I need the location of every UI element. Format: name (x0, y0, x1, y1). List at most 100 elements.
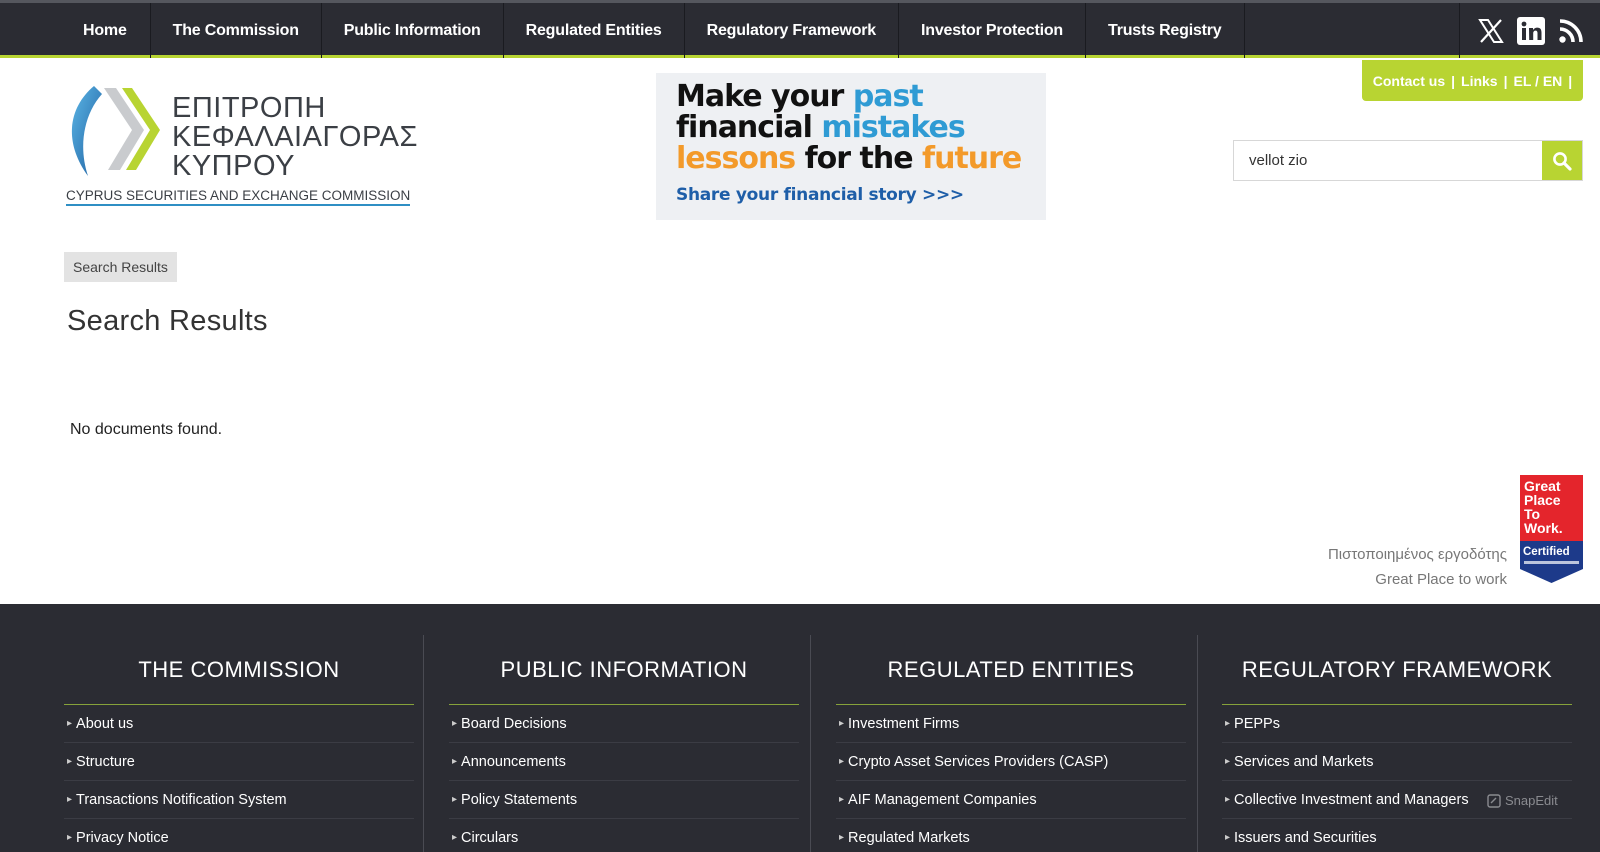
footer-link-label: Crypto Asset Services Providers (CASP) (848, 753, 1109, 770)
badge-text: Work. (1524, 520, 1563, 536)
nav-trusts-registry[interactable]: Trusts Registry (1086, 3, 1245, 58)
chevron-right-icon: ▸ (67, 756, 73, 767)
banner-word: future (922, 141, 1022, 176)
linkedin-icon[interactable] (1516, 16, 1546, 46)
gptw-caption-line-1: Πιστοποιημένος εργοδότης (1327, 546, 1507, 563)
nav-home[interactable]: Home (60, 3, 151, 58)
footer-link-label: Board Decisions (461, 715, 567, 732)
gptw-caption-line-2: Great Place to work (1375, 571, 1507, 588)
footer-link[interactable]: ▸ Policy Statements (449, 781, 799, 819)
snapedit-label: SnapEdit (1505, 793, 1558, 808)
footer-column-commission: THE COMMISSION ▸ About us ▸ Structure ▸ Tra… (64, 635, 414, 852)
footer-link-label: Investment Firms (848, 715, 960, 732)
chevron-right-icon: ▸ (839, 794, 845, 805)
nav-public-information[interactable]: Public Information (322, 3, 504, 58)
search-icon (1553, 151, 1572, 171)
cysec-logo[interactable]: ΕΠΙΤΡΟΠΗ ΚΕΦΑΛΑΙΑΓΟΡΑΣ ΚΥΠΡΟΥ CYPRUS SEC… (64, 84, 417, 214)
main-menu: Home The Commission Public Information R… (60, 3, 1245, 58)
footer-column-title: REGULATED ENTITIES (836, 635, 1186, 705)
nav-investor-protection[interactable]: Investor Protection (899, 3, 1087, 58)
footer-link[interactable]: ▸ Crypto Asset Services Providers (CASP) (836, 743, 1186, 781)
banner-word: financial (676, 110, 813, 145)
footer-link[interactable]: ▸ Board Decisions (449, 705, 799, 743)
banner-word: Make your (676, 79, 844, 114)
no-results-message: No documents found. (70, 421, 223, 438)
logo-greek-name: ΕΠΙΤΡΟΠΗ ΚΕΦΑΛΑΙΑΓΟΡΑΣ ΚΥΠΡΟΥ (172, 94, 418, 181)
chevron-right-icon: ▸ (452, 718, 458, 729)
great-place-to-work-badge[interactable]: Great Place To Work. Certified (1520, 475, 1583, 583)
footer-link-label: Issuers and Securities (1234, 829, 1377, 846)
footer-link[interactable]: ▸ AIF Management Companies (836, 781, 1186, 819)
rss-icon[interactable] (1556, 16, 1586, 46)
nav-the-commission[interactable]: The Commission (151, 3, 322, 58)
chevron-right-icon: ▸ (67, 794, 73, 805)
page-title: Search Results (67, 305, 268, 337)
footer-link-label: Circulars (461, 829, 519, 846)
banner-word: lessons (676, 141, 796, 176)
footer-link-label: Regulated Markets (848, 829, 970, 846)
footer-link[interactable]: ▸ Privacy Notice (64, 819, 414, 852)
banner-line-1: Make your past (676, 79, 924, 114)
footer-link-label: AIF Management Companies (848, 791, 1037, 808)
footer-link[interactable]: ▸ Structure (64, 743, 414, 781)
language-switch[interactable]: EL / EN (1514, 73, 1563, 89)
search-input[interactable] (1234, 141, 1542, 180)
footer-divider (1197, 635, 1198, 852)
footer-link[interactable]: ▸ Regulated Markets (836, 819, 1186, 852)
gptw-caption: Πιστοποιημένος εργοδότης Great Place to … (1328, 542, 1507, 592)
x-icon[interactable] (1476, 16, 1506, 46)
chevron-right-icon: ▸ (839, 756, 845, 767)
chevron-right-icon: ▸ (1225, 832, 1231, 843)
chevron-right-icon: ▸ (67, 832, 73, 843)
separator: | (1503, 72, 1508, 89)
footer-link[interactable]: ▸ Investment Firms (836, 705, 1186, 743)
footer-link-label: Privacy Notice (76, 829, 169, 846)
footer-link-label: Transactions Notification System (76, 791, 287, 808)
footer-link[interactable]: ▸ Announcements (449, 743, 799, 781)
footer-link-label: Announcements (461, 753, 566, 770)
banner-word: past (852, 79, 924, 114)
banner-line-2: financial mistakes (676, 110, 966, 145)
footer-column-regulatory-framework: REGULATORY FRAMEWORK ▸ PEPPs ▸ Services an… (1222, 635, 1572, 852)
search-button[interactable] (1542, 141, 1582, 180)
footer-link[interactable]: ▸ Issuers and Securities (1222, 819, 1572, 852)
chevron-right-icon: ▸ (839, 718, 845, 729)
logo-greek-line-1: ΕΠΙΤΡΟΠΗ (172, 92, 326, 124)
footer-link-label: Policy Statements (461, 791, 578, 808)
contact-us-link[interactable]: Contact us (1373, 73, 1445, 89)
logo-chevron-icon (71, 86, 160, 176)
separator: | (1568, 72, 1573, 89)
footer-divider (423, 635, 424, 852)
footer-link[interactable]: ▸ PEPPs (1222, 705, 1572, 743)
utility-links: Contact us | Links | EL / EN | (1362, 60, 1583, 101)
banner-share-link: Share your financial story >>> (676, 185, 964, 205)
nav-regulatory-framework[interactable]: Regulatory Framework (685, 3, 899, 58)
banner-line-3: lessons for the future (676, 141, 1022, 176)
footer-column-title: PUBLIC INFORMATION (449, 635, 799, 705)
chevron-right-icon: ▸ (452, 756, 458, 767)
snapedit-icon (1487, 793, 1501, 808)
footer-link-label: Services and Markets (1234, 753, 1374, 770)
logo-greek-line-3: ΚΥΠΡΟΥ (172, 150, 295, 182)
footer-link[interactable]: ▸ Circulars (449, 819, 799, 852)
chevron-right-icon: ▸ (839, 832, 845, 843)
footer-link[interactable]: ▸ About us (64, 705, 414, 743)
footer-link[interactable]: ▸ Services and Markets (1222, 743, 1572, 781)
search-form (1233, 140, 1583, 181)
links-link[interactable]: Links (1461, 73, 1498, 89)
logo-greek-line-2: ΚΕΦΑΛΑΙΑΓΟΡΑΣ (172, 121, 418, 153)
footer-column-title: REGULATORY FRAMEWORK (1222, 635, 1572, 705)
logo-english-name: CYPRUS SECURITIES AND EXCHANGE COMMISSIO… (66, 188, 411, 206)
footer-link[interactable]: ▸ Transactions Notification System (64, 781, 414, 819)
financial-story-banner[interactable]: Make your past financial mistakes lesson… (656, 73, 1046, 220)
breadcrumb[interactable]: Search Results (64, 252, 177, 282)
footer-link-label: About us (76, 715, 134, 732)
chevron-right-icon: ▸ (1225, 756, 1231, 767)
nav-regulated-entities[interactable]: Regulated Entities (504, 3, 685, 58)
banner-word: mistakes (821, 110, 965, 145)
chevron-right-icon: ▸ (452, 794, 458, 805)
banner-word: for the (804, 141, 914, 176)
chevron-right-icon: ▸ (1225, 718, 1231, 729)
snapedit-watermark: SnapEdit (1487, 793, 1558, 808)
chevron-right-icon: ▸ (452, 832, 458, 843)
